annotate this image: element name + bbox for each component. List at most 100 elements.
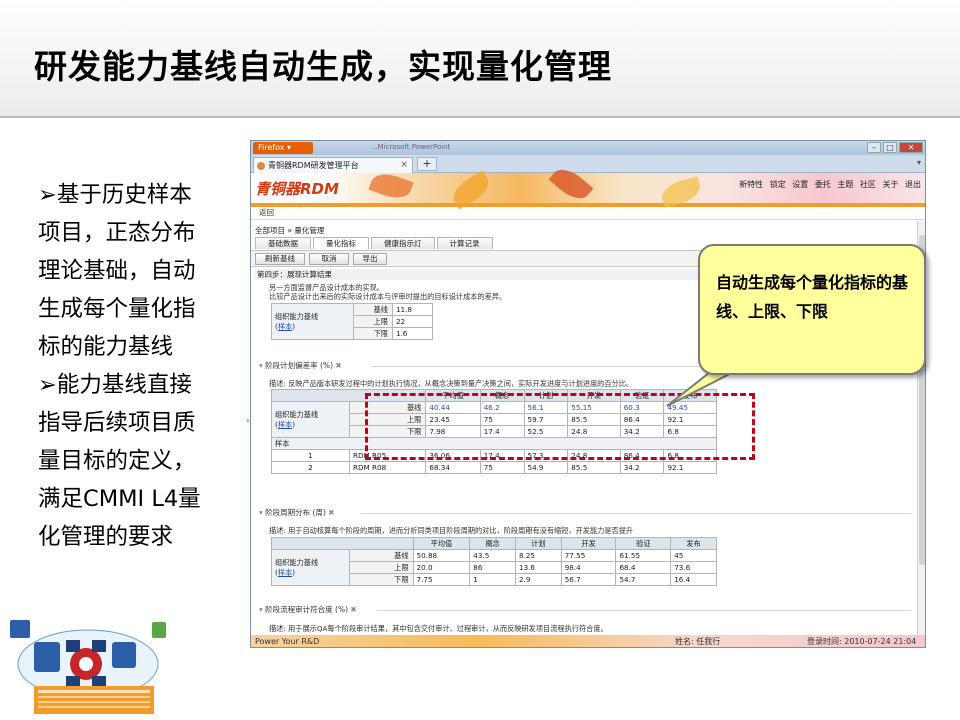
sample-link[interactable]: 样本 <box>278 568 292 577</box>
new-tab-button[interactable]: + <box>417 157 437 171</box>
callout-box: 自动生成每个量化指标的基线、上限、下限 <box>698 244 926 375</box>
row-label-upper: 上限 <box>353 315 393 328</box>
browser-tab[interactable]: 青铜器RDM研发管理平台 × <box>253 157 413 173</box>
link-lock[interactable]: 锁定 <box>770 180 786 189</box>
cell: 22 <box>391 315 434 328</box>
link-settings[interactable]: 设置 <box>792 180 808 189</box>
cell: 85.5 <box>567 461 621 474</box>
maximize-icon[interactable]: □ <box>883 142 897 153</box>
status-bar: Power Your R&D 姓名: 任我行 登录时间: 2010-07-24 … <box>251 635 925 647</box>
tab-calc-records[interactable]: 计算记录 <box>436 237 493 249</box>
section-plan-deviation[interactable]: ▾ 阶段计划偏差率 (%) ✖ <box>259 360 342 371</box>
tab-close-icon[interactable]: × <box>400 158 408 173</box>
sample-link[interactable]: 样本 <box>278 322 292 331</box>
refresh-baseline-button[interactable]: 刷新基线 <box>255 253 305 265</box>
link-logout[interactable]: 退出 <box>905 180 921 189</box>
row-group-label: 组织能力基线 (样本) <box>271 303 354 340</box>
minimize-icon[interactable]: – <box>867 142 881 153</box>
link-new-features[interactable]: 新特性 <box>739 180 763 189</box>
cell: 98.4 <box>560 561 617 574</box>
bullet-2-line-4: 满足CMMI L4量 <box>38 486 201 512</box>
rdm-logo: 青铜器RDM <box>255 180 339 198</box>
cell: 8.25 <box>515 549 562 562</box>
row-group-label: 组织能力基线 (样本) <box>271 401 350 438</box>
section-desc: 描述: 用于自动核算每个阶段的周期，进而分析同类项目阶段周期的对比，阶段周期有没… <box>269 526 634 535</box>
cell: 86 <box>469 561 516 574</box>
section-audit-compliance[interactable]: ▾ 阶段流程审计符合度 (%) ✖ <box>259 604 357 615</box>
window-controls: – □ ✕ <box>867 142 923 153</box>
divider <box>377 610 911 611</box>
cell: 11.8 <box>391 303 434 316</box>
window-title: ...Microsoft PowerPoint <box>371 143 451 151</box>
cell: 56.7 <box>560 573 617 586</box>
section-phase-cycle[interactable]: ▾ 阶段周期分布 (周) ✖ <box>259 507 335 518</box>
bullet-1-line-4: 生成每个量化指 <box>38 296 196 322</box>
column-header: 平均值 <box>412 537 471 550</box>
top-links: 新特性 锁定 设置 委托 主题 社区 关于 退出 <box>735 179 921 190</box>
section-desc: 描述: 用于展示QA每个阶段审计结果，其中包含交付审计、过程审计，从而反映研发项… <box>269 624 608 633</box>
ability-label: 组织能力基线 <box>275 557 319 567</box>
export-button[interactable]: 导出 <box>353 253 387 265</box>
section-title: 阶段流程审计符合度 (%) <box>265 605 349 614</box>
browser-tabbar: 青铜器RDM研发管理平台 × + ▾ <box>251 155 925 173</box>
row-label-lower: 下限 <box>353 327 393 340</box>
table-cost: 组织能力基线 (样本) 基线 11.8 上限 22 下限 1.6 <box>271 303 434 340</box>
row-group-label: 组织能力基线 (样本) <box>271 549 350 586</box>
cell: 20.0 <box>412 561 471 574</box>
bullet-1-line-1: ➢基于历史样本 <box>38 182 192 208</box>
title-bar: 研发能力基线自动生成，实现量化管理 <box>0 0 960 118</box>
back-link[interactable]: 返回 <box>259 208 274 217</box>
breadcrumb: 全部项目 » 量化管理 <box>255 226 325 235</box>
status-slogan: Power Your R&D <box>255 637 320 646</box>
cancel-button[interactable]: 取消 <box>309 253 349 265</box>
link-community[interactable]: 社区 <box>860 180 876 189</box>
row-label-baseline: 基线 <box>349 549 414 562</box>
section-desc: 描述: 反映产品版本研发过程中的计划执行情况，从概念决策到量产决策之间，实际开发… <box>269 379 634 388</box>
bullet-list: ➢基于历史样本 项目，正态分布 理论基础，自动 生成每个量化指 标的能力基线 ➢… <box>38 176 223 556</box>
subtabs: 基础数据 量化指标 健康指示灯 计算记录 <box>255 237 495 249</box>
close-icon[interactable]: ✖ <box>328 508 334 517</box>
collapse-handle-icon[interactable]: › <box>246 416 252 430</box>
sample-link[interactable]: 样本 <box>278 420 292 429</box>
nav-row: 返回 <box>251 207 925 220</box>
cell: 92.1 <box>663 461 717 474</box>
tab-list-icon[interactable]: ▾ <box>917 158 921 167</box>
cell: 1 <box>469 573 516 586</box>
cell: 68.34 <box>425 461 481 474</box>
header-blank <box>271 537 414 550</box>
tab-basic-data[interactable]: 基础数据 <box>255 237 311 249</box>
cell: 16.4 <box>670 573 717 586</box>
close-icon[interactable]: ✖ <box>335 361 341 370</box>
close-icon[interactable]: ✖ <box>350 605 356 614</box>
divider <box>361 513 911 514</box>
cell: 77.55 <box>560 549 617 562</box>
column-header: 验证 <box>615 537 672 550</box>
row-label-lower: 下限 <box>349 573 414 586</box>
cell: 73.6 <box>670 561 717 574</box>
tab-health-light[interactable]: 健康指示灯 <box>371 237 435 249</box>
window-titlebar: Firefox ▾ ...Microsoft PowerPoint – □ ✕ <box>251 141 925 155</box>
column-header: 发布 <box>670 537 717 550</box>
section-title: 阶段周期分布 (周) <box>265 508 326 517</box>
close-icon[interactable]: ✕ <box>899 142 923 153</box>
status-user: 姓名: 任我行 <box>675 637 721 646</box>
firefox-menu-button[interactable]: Firefox ▾ <box>253 142 313 154</box>
cell: 1.6 <box>391 327 434 340</box>
cell: 54.7 <box>615 573 672 586</box>
favicon-icon <box>257 162 265 170</box>
cell: 7.75 <box>412 573 471 586</box>
ability-label: 组织能力基线 <box>275 409 319 419</box>
link-about[interactable]: 关于 <box>882 180 898 189</box>
desc-line-1: 另一方面监督产品设计成本的实现。 <box>269 283 385 292</box>
tab-metrics[interactable]: 量化指标 <box>313 237 369 249</box>
status-login-time: 登录时间: 2010-07-24 21:04 <box>807 637 917 646</box>
table-phase-cycle: 平均值 概念 计划 开发 验证 发布 组织能力基线 (样本) 基线 50.88 4… <box>271 537 717 586</box>
slide-title: 研发能力基线自动生成，实现量化管理 <box>34 47 612 86</box>
bullet-1-line-5: 标的能力基线 <box>38 334 174 360</box>
link-delegate[interactable]: 委托 <box>815 180 831 189</box>
link-theme[interactable]: 主题 <box>837 180 853 189</box>
cell: 54.9 <box>523 461 569 474</box>
section-title: 阶段计划偏差率 (%) <box>265 361 334 370</box>
leaf-decoration <box>368 168 414 204</box>
column-header: 计划 <box>515 537 562 550</box>
